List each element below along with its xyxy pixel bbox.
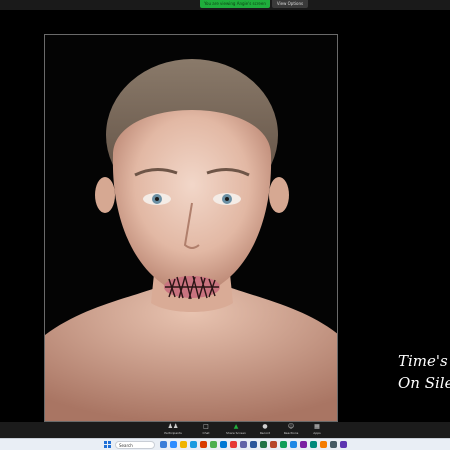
app-icon-purple[interactable] [300, 441, 307, 448]
app-icon-blue[interactable] [290, 441, 297, 448]
task-view-icon[interactable] [160, 441, 167, 448]
apps-button[interactable]: ▦ Apps [304, 423, 330, 437]
windows-start-icon[interactable] [104, 441, 112, 449]
app-icon-orange[interactable] [320, 441, 327, 448]
app-icon-red[interactable] [230, 441, 237, 448]
caption-line-1: Time's U [398, 352, 450, 370]
reactions-icon: ☺ [287, 423, 295, 430]
share-screen-icon: ▲ [233, 423, 239, 430]
record-button[interactable]: ● Record [252, 423, 278, 437]
meeting-toolbar: ♟♟ Participants □ Chat ▲ Share Screen ● … [0, 422, 450, 438]
app-icon-gray[interactable] [330, 441, 337, 448]
file-explorer-icon[interactable] [180, 441, 187, 448]
participants-button[interactable]: ♟♟ Participants [160, 423, 186, 437]
apps-icon: ▦ [314, 423, 320, 430]
office-icon[interactable] [200, 441, 207, 448]
app-icon-teal[interactable] [310, 441, 317, 448]
record-icon: ● [262, 423, 268, 430]
edge-icon[interactable] [190, 441, 197, 448]
slide-caption: Time's U On Silen [398, 350, 450, 394]
participants-icon: ♟♟ [167, 423, 179, 430]
share-status-bar: You are viewing Angie's screen View Opti… [0, 0, 450, 10]
taskbar-search-input[interactable]: Search [115, 441, 155, 449]
chat-icon: □ [203, 423, 209, 430]
portrait-photo [44, 34, 338, 422]
caption-line-2: On Silen [398, 374, 450, 392]
zoom-app-icon[interactable] [170, 441, 177, 448]
reactions-button[interactable]: ☺ Reactions [278, 423, 304, 437]
zoom-window: You are viewing Angie's screen View Opti… [0, 0, 450, 450]
view-options-button[interactable]: View Options [272, 0, 308, 8]
windows-taskbar: Search [0, 438, 450, 450]
chrome-icon[interactable] [210, 441, 217, 448]
share-status-pill[interactable]: You are viewing Angie's screen [200, 0, 270, 8]
outlook-icon[interactable] [220, 441, 227, 448]
powerpoint-icon[interactable] [270, 441, 277, 448]
chat-button[interactable]: □ Chat [193, 423, 219, 437]
excel-icon[interactable] [260, 441, 267, 448]
app-icon-green[interactable] [280, 441, 287, 448]
share-screen-button[interactable]: ▲ Share Screen [223, 423, 249, 437]
teams-icon[interactable] [240, 441, 247, 448]
app-icon-violet[interactable] [340, 441, 347, 448]
word-icon[interactable] [250, 441, 257, 448]
shared-screen: Time's U On Silen [0, 10, 450, 422]
